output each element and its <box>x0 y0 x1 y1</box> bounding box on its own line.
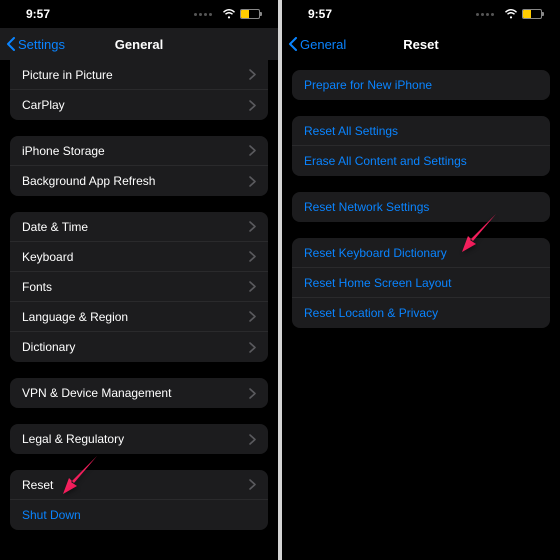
wifi-icon <box>504 9 518 19</box>
settings-row[interactable]: Fonts <box>10 272 268 302</box>
settings-row[interactable]: Reset Keyboard Dictionary <box>292 238 550 268</box>
back-button[interactable]: General <box>288 37 346 52</box>
nav-bar: General Reset <box>282 28 560 60</box>
page-title: General <box>115 37 163 52</box>
settings-group: Legal & Regulatory <box>10 424 268 454</box>
settings-row[interactable]: Prepare for New iPhone <box>292 70 550 100</box>
settings-row[interactable]: Shut Down <box>10 500 268 530</box>
chevron-right-icon <box>249 311 256 322</box>
status-time: 9:57 <box>308 7 332 21</box>
row-label: Keyboard <box>22 250 73 264</box>
row-label: Reset Location & Privacy <box>304 306 438 320</box>
chevron-right-icon <box>249 342 256 353</box>
wifi-icon <box>222 9 236 19</box>
row-label: Reset <box>22 478 53 492</box>
settings-group: Reset Shut Down <box>10 470 268 530</box>
back-label: General <box>300 37 346 52</box>
settings-row[interactable]: Keyboard <box>10 242 268 272</box>
settings-group: Date & Time Keyboard Fonts Language & Regio… <box>10 212 268 362</box>
screenshot-general: 9:57 Settings General Picture in Picture… <box>0 0 278 560</box>
settings-group: Reset Keyboard Dictionary Reset Home Scre… <box>292 238 550 328</box>
settings-group: iPhone Storage Background App Refresh <box>10 136 268 196</box>
row-label: CarPlay <box>22 98 65 112</box>
chevron-right-icon <box>249 69 256 80</box>
settings-row[interactable]: Language & Region <box>10 302 268 332</box>
status-bar: 9:57 <box>0 0 278 28</box>
nav-bar: Settings General <box>0 28 278 60</box>
row-label: Shut Down <box>22 508 81 522</box>
settings-row[interactable]: CarPlay <box>10 90 268 120</box>
row-label: Language & Region <box>22 310 128 324</box>
row-label: Reset Home Screen Layout <box>304 276 451 290</box>
row-label: Picture in Picture <box>22 68 113 82</box>
settings-row[interactable]: Dictionary <box>10 332 268 362</box>
battery-icon <box>240 9 260 19</box>
settings-row[interactable]: Reset Home Screen Layout <box>292 268 550 298</box>
settings-row[interactable]: Reset All Settings <box>292 116 550 146</box>
chevron-right-icon <box>249 176 256 187</box>
settings-row[interactable]: Picture in Picture <box>10 60 268 90</box>
settings-group: VPN & Device Management <box>10 378 268 408</box>
settings-group: Picture in Picture CarPlay <box>10 60 268 120</box>
settings-row[interactable]: Legal & Regulatory <box>10 424 268 454</box>
battery-icon <box>522 9 542 19</box>
chevron-right-icon <box>249 251 256 262</box>
row-label: iPhone Storage <box>22 144 105 158</box>
chevron-right-icon <box>249 388 256 399</box>
row-label: Reset Network Settings <box>304 200 429 214</box>
row-label: Prepare for New iPhone <box>304 78 432 92</box>
chevron-right-icon <box>249 434 256 445</box>
settings-row[interactable]: Reset <box>10 470 268 500</box>
settings-row[interactable]: VPN & Device Management <box>10 378 268 408</box>
settings-row[interactable]: iPhone Storage <box>10 136 268 166</box>
settings-row[interactable]: Reset Location & Privacy <box>292 298 550 328</box>
settings-group: Prepare for New iPhone <box>292 70 550 100</box>
reset-list[interactable]: Prepare for New iPhone Reset All Settings… <box>282 70 560 560</box>
back-button[interactable]: Settings <box>6 37 65 52</box>
page-title: Reset <box>403 37 438 52</box>
row-label: Erase All Content and Settings <box>304 154 467 168</box>
settings-group: Reset Network Settings <box>292 192 550 222</box>
screenshot-reset: 9:57 General Reset Prepare for New iPhon… <box>282 0 560 560</box>
settings-row[interactable]: Date & Time <box>10 212 268 242</box>
chevron-right-icon <box>249 281 256 292</box>
status-bar: 9:57 <box>282 0 560 28</box>
row-label: VPN & Device Management <box>22 386 171 400</box>
settings-row[interactable]: Reset Network Settings <box>292 192 550 222</box>
chevron-right-icon <box>249 100 256 111</box>
row-label: Dictionary <box>22 340 75 354</box>
dots-icon <box>476 13 494 16</box>
settings-row[interactable]: Erase All Content and Settings <box>292 146 550 176</box>
settings-row[interactable]: Background App Refresh <box>10 166 268 196</box>
status-time: 9:57 <box>26 7 50 21</box>
settings-list[interactable]: Picture in Picture CarPlay iPhone Storage B… <box>0 60 278 560</box>
row-label: Background App Refresh <box>22 174 155 188</box>
back-label: Settings <box>18 37 65 52</box>
settings-group: Reset All Settings Erase All Content and … <box>292 116 550 176</box>
row-label: Reset Keyboard Dictionary <box>304 246 447 260</box>
row-label: Date & Time <box>22 220 88 234</box>
row-label: Fonts <box>22 280 52 294</box>
row-label: Legal & Regulatory <box>22 432 124 446</box>
dots-icon <box>194 13 212 16</box>
chevron-right-icon <box>249 479 256 490</box>
chevron-right-icon <box>249 221 256 232</box>
row-label: Reset All Settings <box>304 124 398 138</box>
chevron-right-icon <box>249 145 256 156</box>
